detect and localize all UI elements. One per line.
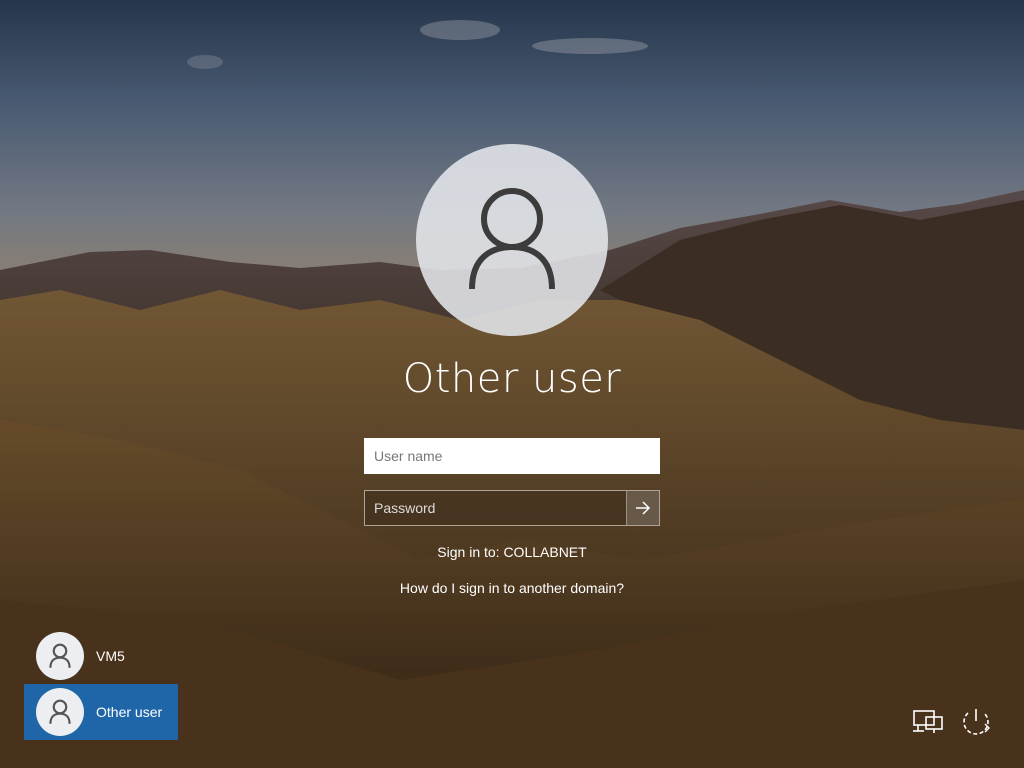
username-input[interactable] — [366, 440, 658, 472]
another-domain-link[interactable]: How do I sign in to another domain? — [312, 580, 712, 596]
sign-in-domain-text: Sign in to: COLLABNET — [437, 544, 587, 560]
password-field-container — [364, 490, 660, 526]
user-icon — [49, 699, 71, 724]
avatar — [36, 632, 84, 680]
user-icon — [469, 188, 555, 290]
user-icon — [49, 643, 71, 668]
network-icon — [913, 710, 943, 733]
password-input[interactable] — [365, 491, 626, 525]
avatar — [36, 688, 84, 736]
user-list-item-vm5[interactable]: VM5 — [24, 628, 178, 684]
arrow-right-icon — [636, 501, 651, 515]
user-list-item-other-user[interactable]: Other user — [24, 684, 178, 740]
page-title: Other user — [402, 356, 622, 402]
lock-screen: Other user Sign in to: COLLABNET How do … — [0, 0, 1024, 768]
user-name-label: VM5 — [96, 648, 125, 664]
large-user-avatar — [416, 144, 608, 336]
power-button[interactable] — [956, 704, 996, 740]
user-name-label: Other user — [96, 704, 163, 720]
power-icon — [963, 709, 990, 735]
username-field-container — [364, 438, 660, 474]
submit-button[interactable] — [626, 491, 659, 525]
network-button[interactable] — [910, 706, 946, 738]
